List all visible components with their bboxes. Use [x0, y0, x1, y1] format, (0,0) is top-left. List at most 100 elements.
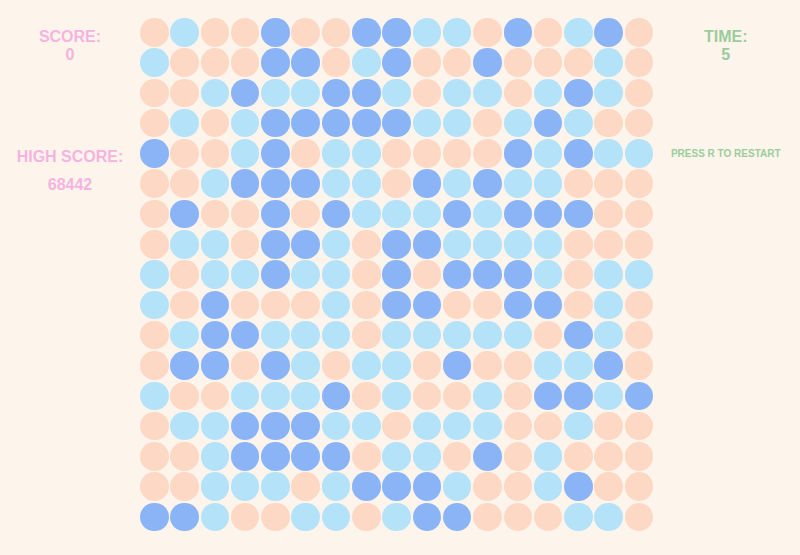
board-dot[interactable]: [594, 412, 623, 441]
board-dot[interactable]: [291, 351, 320, 380]
board-dot[interactable]: [504, 48, 533, 77]
board-dot[interactable]: [413, 18, 442, 47]
board-dot[interactable]: [322, 351, 351, 380]
board-dot[interactable]: [504, 230, 533, 259]
board-dot[interactable]: [443, 260, 472, 289]
board-dot[interactable]: [564, 18, 593, 47]
board-dot[interactable]: [352, 230, 381, 259]
board-dot[interactable]: [261, 503, 290, 532]
board-dot[interactable]: [564, 412, 593, 441]
board-dot[interactable]: [382, 48, 411, 77]
board-dot[interactable]: [625, 18, 654, 47]
board-dot[interactable]: [413, 503, 442, 532]
board-dot[interactable]: [140, 351, 169, 380]
board-dot[interactable]: [625, 48, 654, 77]
board-dot[interactable]: [201, 48, 230, 77]
board-dot[interactable]: [504, 139, 533, 168]
board-dot[interactable]: [170, 18, 199, 47]
board-dot[interactable]: [594, 109, 623, 138]
board-dot[interactable]: [261, 230, 290, 259]
board-dot[interactable]: [534, 351, 563, 380]
board-dot[interactable]: [473, 48, 502, 77]
board-dot[interactable]: [534, 412, 563, 441]
board-dot[interactable]: [231, 412, 260, 441]
board-dot[interactable]: [140, 109, 169, 138]
board-dot[interactable]: [231, 503, 260, 532]
board-dot[interactable]: [322, 503, 351, 532]
board-dot[interactable]: [140, 230, 169, 259]
board-dot[interactable]: [625, 260, 654, 289]
board-dot[interactable]: [443, 200, 472, 229]
board-dot[interactable]: [382, 79, 411, 108]
board-dot[interactable]: [413, 412, 442, 441]
board-dot[interactable]: [140, 169, 169, 198]
board-dot[interactable]: [594, 230, 623, 259]
board-dot[interactable]: [352, 48, 381, 77]
board-dot[interactable]: [625, 79, 654, 108]
board-dot[interactable]: [352, 18, 381, 47]
board-dot[interactable]: [594, 169, 623, 198]
board-dot[interactable]: [443, 351, 472, 380]
board-dot[interactable]: [140, 321, 169, 350]
board-dot[interactable]: [291, 200, 320, 229]
board-dot[interactable]: [140, 291, 169, 320]
board-dot[interactable]: [564, 382, 593, 411]
board-dot[interactable]: [564, 230, 593, 259]
board-dot[interactable]: [443, 79, 472, 108]
board-dot[interactable]: [261, 442, 290, 471]
board-dot[interactable]: [594, 18, 623, 47]
board-dot[interactable]: [170, 382, 199, 411]
board-dot[interactable]: [261, 291, 290, 320]
board-dot[interactable]: [322, 382, 351, 411]
board-dot[interactable]: [231, 260, 260, 289]
board-dot[interactable]: [594, 48, 623, 77]
board-dot[interactable]: [534, 230, 563, 259]
board-dot[interactable]: [564, 503, 593, 532]
board-dot[interactable]: [201, 109, 230, 138]
board-dot[interactable]: [352, 169, 381, 198]
board-dot[interactable]: [352, 412, 381, 441]
board-dot[interactable]: [534, 382, 563, 411]
board-dot[interactable]: [170, 412, 199, 441]
board-dot[interactable]: [473, 351, 502, 380]
board-dot[interactable]: [473, 200, 502, 229]
board-dot[interactable]: [322, 230, 351, 259]
board-dot[interactable]: [564, 442, 593, 471]
board-dot[interactable]: [322, 139, 351, 168]
board-dot[interactable]: [170, 260, 199, 289]
board-dot[interactable]: [564, 169, 593, 198]
board-dot[interactable]: [564, 291, 593, 320]
board-dot[interactable]: [352, 382, 381, 411]
board-dot[interactable]: [261, 48, 290, 77]
board-dot[interactable]: [534, 79, 563, 108]
board-dot[interactable]: [443, 321, 472, 350]
board-dot[interactable]: [413, 382, 442, 411]
board-dot[interactable]: [534, 169, 563, 198]
board-dot[interactable]: [231, 79, 260, 108]
board-dot[interactable]: [170, 351, 199, 380]
board-dot[interactable]: [170, 79, 199, 108]
board-dot[interactable]: [322, 200, 351, 229]
board-dot[interactable]: [564, 351, 593, 380]
board-dot[interactable]: [170, 109, 199, 138]
board-dot[interactable]: [625, 382, 654, 411]
board-dot[interactable]: [473, 503, 502, 532]
board-dot[interactable]: [594, 200, 623, 229]
board-dot[interactable]: [322, 109, 351, 138]
board-dot[interactable]: [322, 442, 351, 471]
board-dot[interactable]: [473, 18, 502, 47]
board-dot[interactable]: [261, 139, 290, 168]
board-dot[interactable]: [473, 442, 502, 471]
board-dot[interactable]: [201, 472, 230, 501]
board-dot[interactable]: [352, 503, 381, 532]
board-dot[interactable]: [443, 230, 472, 259]
board-dot[interactable]: [201, 260, 230, 289]
board-dot[interactable]: [140, 139, 169, 168]
board-dot[interactable]: [625, 291, 654, 320]
board-dot[interactable]: [170, 230, 199, 259]
board-dot[interactable]: [291, 321, 320, 350]
board-dot[interactable]: [534, 321, 563, 350]
board-dot[interactable]: [504, 79, 533, 108]
board-dot[interactable]: [443, 442, 472, 471]
board-dot[interactable]: [261, 260, 290, 289]
